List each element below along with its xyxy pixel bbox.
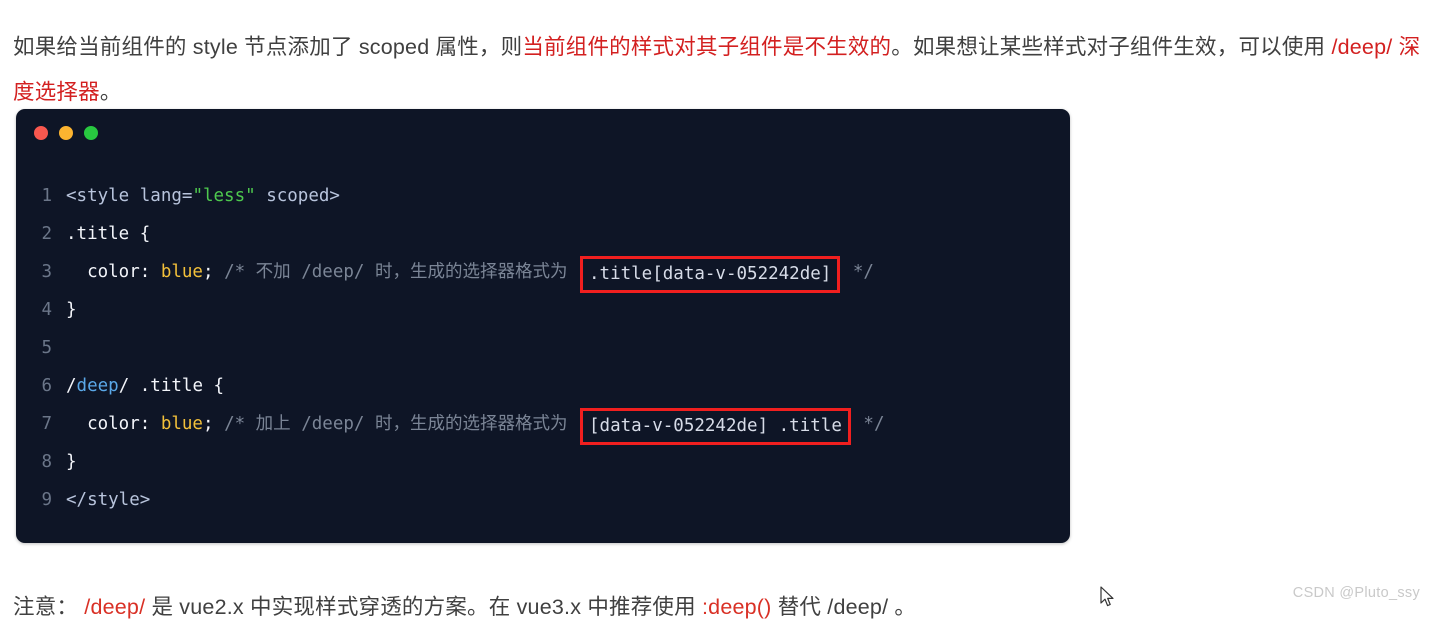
note-deep-fn-red: :deep() xyxy=(702,594,772,619)
code-line-content[interactable]: color: blue; /* 不加 /deep/ 时，生成的选择器格式为 .t… xyxy=(66,253,874,293)
code-token-string: "less" xyxy=(192,186,256,206)
code-line-content[interactable]: <style lang="less" scoped> xyxy=(66,177,340,215)
code-token-comment: */ xyxy=(852,414,885,434)
code-line: 8} xyxy=(16,443,1070,481)
note-paragraph: 注意： /deep/ 是 vue2.x 中实现样式穿透的方案。在 vue3.x … xyxy=(13,585,916,630)
code-token-tag: <style lang= xyxy=(66,186,193,206)
code-token-comment: */ xyxy=(842,262,874,282)
code-line-content[interactable]: </style> xyxy=(66,481,150,519)
code-token-plain: ; xyxy=(202,414,225,434)
code-token-plain: / xyxy=(66,376,77,396)
code-line: 5 xyxy=(16,329,1070,367)
code-line: 3 color: blue; /* 不加 /deep/ 时，生成的选择器格式为 … xyxy=(16,253,1070,293)
highlighted-selector: [data-v-052242de] .title xyxy=(580,408,851,445)
code-token-plain: ; xyxy=(202,262,225,282)
watermark: CSDN @Pluto_ssy xyxy=(1292,585,1420,601)
code-line: 7 color: blue; /* 加上 /deep/ 时，生成的选择器格式为 … xyxy=(16,405,1070,445)
intro-segment-1: 如果给当前组件的 style 节点添加了 scoped 属性，则 xyxy=(13,34,523,59)
note-segment-3: 是 vue2.x 中实现样式穿透的方案。在 vue3.x 中推荐使用 xyxy=(151,594,702,619)
line-number: 7 xyxy=(41,414,52,434)
intro-paragraph: 如果给当前组件的 style 节点添加了 scoped 属性，则当前组件的样式对… xyxy=(13,25,1423,115)
intro-emphasis-red: 当前组件的样式对其子组件是不生效的 xyxy=(522,34,892,59)
code-line: 2 .title { xyxy=(16,215,1070,253)
code-block-window: 1 <style lang="less" scoped> 2 .title { 3 co… xyxy=(16,109,1070,543)
line-number: 8 xyxy=(41,452,52,472)
line-number: 6 xyxy=(41,376,52,396)
line-number: 1 xyxy=(41,186,52,206)
line-number: 2 xyxy=(41,224,52,244)
code-lines: 1 <style lang="less" scoped> 2 .title { 3 co… xyxy=(16,177,1070,519)
code-line: 9 </style> xyxy=(16,481,1070,519)
code-line-content[interactable]: color: blue; /* 加上 /deep/ 时，生成的选择器格式为 [d… xyxy=(66,405,885,445)
close-icon[interactable] xyxy=(34,126,48,140)
code-token-plain: } xyxy=(66,452,77,472)
code-line: 4} xyxy=(16,291,1070,329)
line-number: 5 xyxy=(41,338,52,358)
note-segment-5: 替代 /deep/ 。 xyxy=(771,594,917,619)
code-token-comment: /* 加上 /deep/ 时，生成的选择器格式为 xyxy=(224,414,578,434)
mouse-cursor-icon xyxy=(1100,586,1114,607)
code-line-content[interactable]: /deep/ .title { xyxy=(66,367,224,405)
code-token-value: blue xyxy=(160,414,203,434)
code-line: 1 <style lang="less" scoped> xyxy=(16,177,1070,215)
line-number: 4 xyxy=(41,300,52,320)
code-line: 6/deep/ .title { xyxy=(16,367,1070,405)
maximize-icon[interactable] xyxy=(84,126,98,140)
code-token-comment: /* 不加 /deep/ 时，生成的选择器格式为 xyxy=(224,262,578,282)
line-number: 9 xyxy=(41,490,52,510)
highlighted-selector: .title[data-v-052242de] xyxy=(580,256,841,293)
note-segment-1: 注意： xyxy=(13,594,79,619)
note-deep-red: /deep/ xyxy=(78,594,152,619)
intro-segment-5: 。 xyxy=(99,79,122,104)
code-token-plain: / .title { xyxy=(118,376,225,396)
code-token-tag: </style> xyxy=(66,490,151,510)
code-token-value: blue xyxy=(160,262,203,282)
code-token-plain: color: xyxy=(66,414,161,434)
intro-segment-3: 。如果想让某些样式对子组件生效，可以使用 xyxy=(891,34,1332,59)
window-controls xyxy=(34,126,98,140)
code-token-tag: scoped> xyxy=(255,186,340,206)
code-line-content[interactable]: } xyxy=(66,291,77,329)
code-line-content[interactable]: .title { xyxy=(66,215,150,253)
code-token-plain: .title { xyxy=(66,224,151,244)
code-line-content[interactable]: } xyxy=(66,443,77,481)
line-number: 3 xyxy=(41,262,52,282)
code-token-plain: } xyxy=(66,300,77,320)
code-token-plain: color: xyxy=(66,262,161,282)
minimize-icon[interactable] xyxy=(59,126,73,140)
code-token-deep: deep xyxy=(76,376,119,396)
